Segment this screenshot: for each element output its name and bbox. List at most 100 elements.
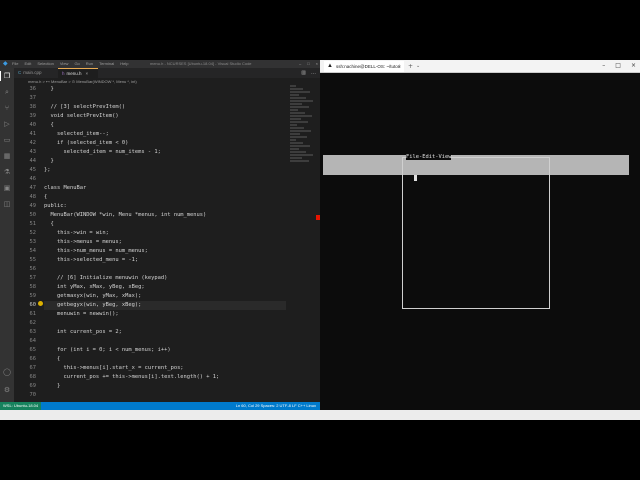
minimap-line: [290, 130, 311, 132]
code-line[interactable]: };: [44, 166, 286, 175]
menu-run[interactable]: Run: [86, 60, 93, 68]
code-line[interactable]: this->num_menus = num_menus;: [44, 247, 286, 256]
code-line[interactable]: [44, 337, 286, 346]
split-editor-icon[interactable]: ▥: [301, 68, 306, 78]
terminal-window-controls: – □ ×: [602, 60, 636, 72]
terminal-tab[interactable]: ▲ ssh:nachine@DELL-OS: ~/tutori ×: [324, 61, 404, 72]
code-line[interactable]: {: [44, 121, 286, 130]
extensions-icon[interactable]: ▦: [3, 152, 11, 160]
code-line[interactable]: if (selected_item < 0): [44, 139, 286, 148]
menu-items-text[interactable]: File-Edit-View: [406, 154, 452, 160]
code-line[interactable]: int yMax, xMax, yBeg, xBeg;: [44, 283, 286, 292]
close-icon[interactable]: ×: [631, 60, 636, 72]
line-number: 60: [29, 302, 37, 308]
code-line[interactable]: selected_item = num_items - 1;: [44, 148, 286, 157]
status-right[interactable]: Ln 60, Col 29 Spaces: 2 UTF-8 LF C++ Lin…: [236, 402, 316, 410]
minimap-line: [290, 88, 303, 90]
line-number: 66: [29, 356, 37, 362]
code-line[interactable]: int current_pos = 2;: [44, 328, 286, 337]
code-line[interactable]: current_pos += this->menus[i].text.lengt…: [44, 373, 286, 382]
menu-view[interactable]: View: [60, 60, 69, 68]
minimize-icon[interactable]: –: [299, 60, 301, 68]
close-icon[interactable]: ×: [316, 60, 318, 68]
line-number: 47: [29, 185, 37, 191]
search-icon[interactable]: ⌕: [3, 88, 11, 96]
code-line[interactable]: this->win = win;: [44, 229, 286, 238]
maximize-icon[interactable]: □: [615, 60, 621, 72]
code-line[interactable]: this->menus[i].start_x = current_pos;: [44, 364, 286, 373]
code-line[interactable]: class MenuBar: [44, 184, 286, 193]
code-line[interactable]: }: [44, 157, 286, 166]
lightbulb-icon[interactable]: [38, 301, 43, 306]
close-tab-icon[interactable]: ×: [86, 71, 89, 76]
code-line[interactable]: }: [44, 382, 286, 391]
code-line[interactable]: [44, 175, 286, 184]
code-line[interactable]: public:: [44, 202, 286, 211]
line-number: 52: [29, 230, 37, 236]
testing-icon[interactable]: ⚗: [3, 168, 11, 176]
code-line[interactable]: MenuBar(WINDOW *win, Menu *menus, int nu…: [44, 211, 286, 220]
docker-icon[interactable]: ▣: [3, 184, 11, 192]
tab-main-cpp[interactable]: Cmain.cpp: [14, 68, 58, 78]
minimap[interactable]: [290, 85, 316, 165]
dropdown-icon[interactable]: ⌄: [416, 61, 420, 72]
code-line[interactable]: // [3] selectPrevItem(): [44, 103, 286, 112]
code-line[interactable]: this->selected_menu = -1;: [44, 256, 286, 265]
line-number: 46: [29, 176, 37, 182]
code-line[interactable]: for (int i = 0; i < num_menus; i++): [44, 346, 286, 355]
code-line[interactable]: this->menus = menus;: [44, 238, 286, 247]
minimap-line: [290, 151, 306, 153]
tab-menu-h[interactable]: h menu.h ×: [58, 68, 98, 78]
minimap-line: [290, 127, 304, 129]
bookmarks-icon[interactable]: ◫: [3, 200, 11, 208]
breadcrumb[interactable]: menu.h > ⊷ MenuBar > ⊙ MenuBar(WINDOW *,…: [14, 78, 320, 85]
explorer-icon[interactable]: ❐: [0, 71, 11, 81]
code-line[interactable]: getmaxyx(win, yMax, xMax);: [44, 292, 286, 301]
vscode-titlebar: ◆ File Edit Selection View Go Run Termin…: [0, 60, 320, 68]
code-line[interactable]: // [6] Initialize menuwin (keypad): [44, 274, 286, 283]
tab-label: menu.h: [66, 71, 82, 76]
code-editor[interactable]: 36 37 38 39 40 41 42 43 44 45 46 47 48 49 50 51 52 53 54 55…: [14, 85, 286, 402]
menu-file[interactable]: File: [12, 60, 18, 68]
code-line[interactable]: {: [44, 355, 286, 364]
minimize-icon[interactable]: –: [602, 60, 605, 72]
account-icon[interactable]: ◯: [3, 368, 11, 376]
source-control-icon[interactable]: ⑂: [3, 104, 11, 112]
menu-go[interactable]: Go: [74, 60, 79, 68]
run-debug-icon[interactable]: ▷: [3, 120, 11, 128]
vscode-logo-icon: ◆: [3, 61, 8, 67]
minimap-line: [290, 121, 308, 123]
settings-gear-icon[interactable]: ⚙: [3, 386, 11, 394]
line-number: 59: [29, 293, 37, 299]
terminal-cursor: [414, 175, 417, 181]
more-actions-icon[interactable]: …: [311, 68, 316, 78]
menu-selection[interactable]: Selection: [37, 60, 53, 68]
status-bar: WSL: Ubuntu-18.04 Ln 60, Col 29 Spaces: …: [0, 402, 320, 410]
new-tab-icon[interactable]: +: [408, 61, 413, 72]
remote-explorer-icon[interactable]: ▭: [3, 136, 11, 144]
line-number: 49: [29, 203, 37, 209]
menu-edit[interactable]: Edit: [24, 60, 31, 68]
code-line[interactable]: [44, 391, 286, 400]
menu-help[interactable]: Help: [120, 60, 128, 68]
line-number: 61: [29, 311, 37, 317]
menu-terminal[interactable]: Terminal: [99, 60, 114, 68]
vscode-menubar: File Edit Selection View Go Run Terminal…: [12, 60, 128, 68]
close-tab-icon[interactable]: ×: [398, 61, 401, 72]
minimap-line: [290, 85, 296, 87]
code-line[interactable]: [44, 94, 286, 103]
code-line[interactable]: {: [44, 220, 286, 229]
maximize-icon[interactable]: □: [307, 60, 309, 68]
code-line[interactable]: selected_item--;: [44, 130, 286, 139]
code-line[interactable]: [44, 265, 286, 274]
code-line[interactable]: void selectPrevItem(): [44, 112, 286, 121]
minimap-line: [290, 91, 310, 93]
line-number: 41: [29, 131, 37, 137]
code-line[interactable]: getbegyx(win, yBeg, xBeg);: [44, 301, 286, 310]
remote-indicator[interactable]: WSL: Ubuntu-18.04: [0, 402, 42, 410]
terminal-tab-label: ssh:nachine@DELL-OS: ~/tutori: [336, 64, 401, 69]
code-line[interactable]: }: [44, 85, 286, 94]
code-line[interactable]: menuwin = newwin();: [44, 310, 286, 319]
code-line[interactable]: [44, 319, 286, 328]
code-line[interactable]: {: [44, 193, 286, 202]
